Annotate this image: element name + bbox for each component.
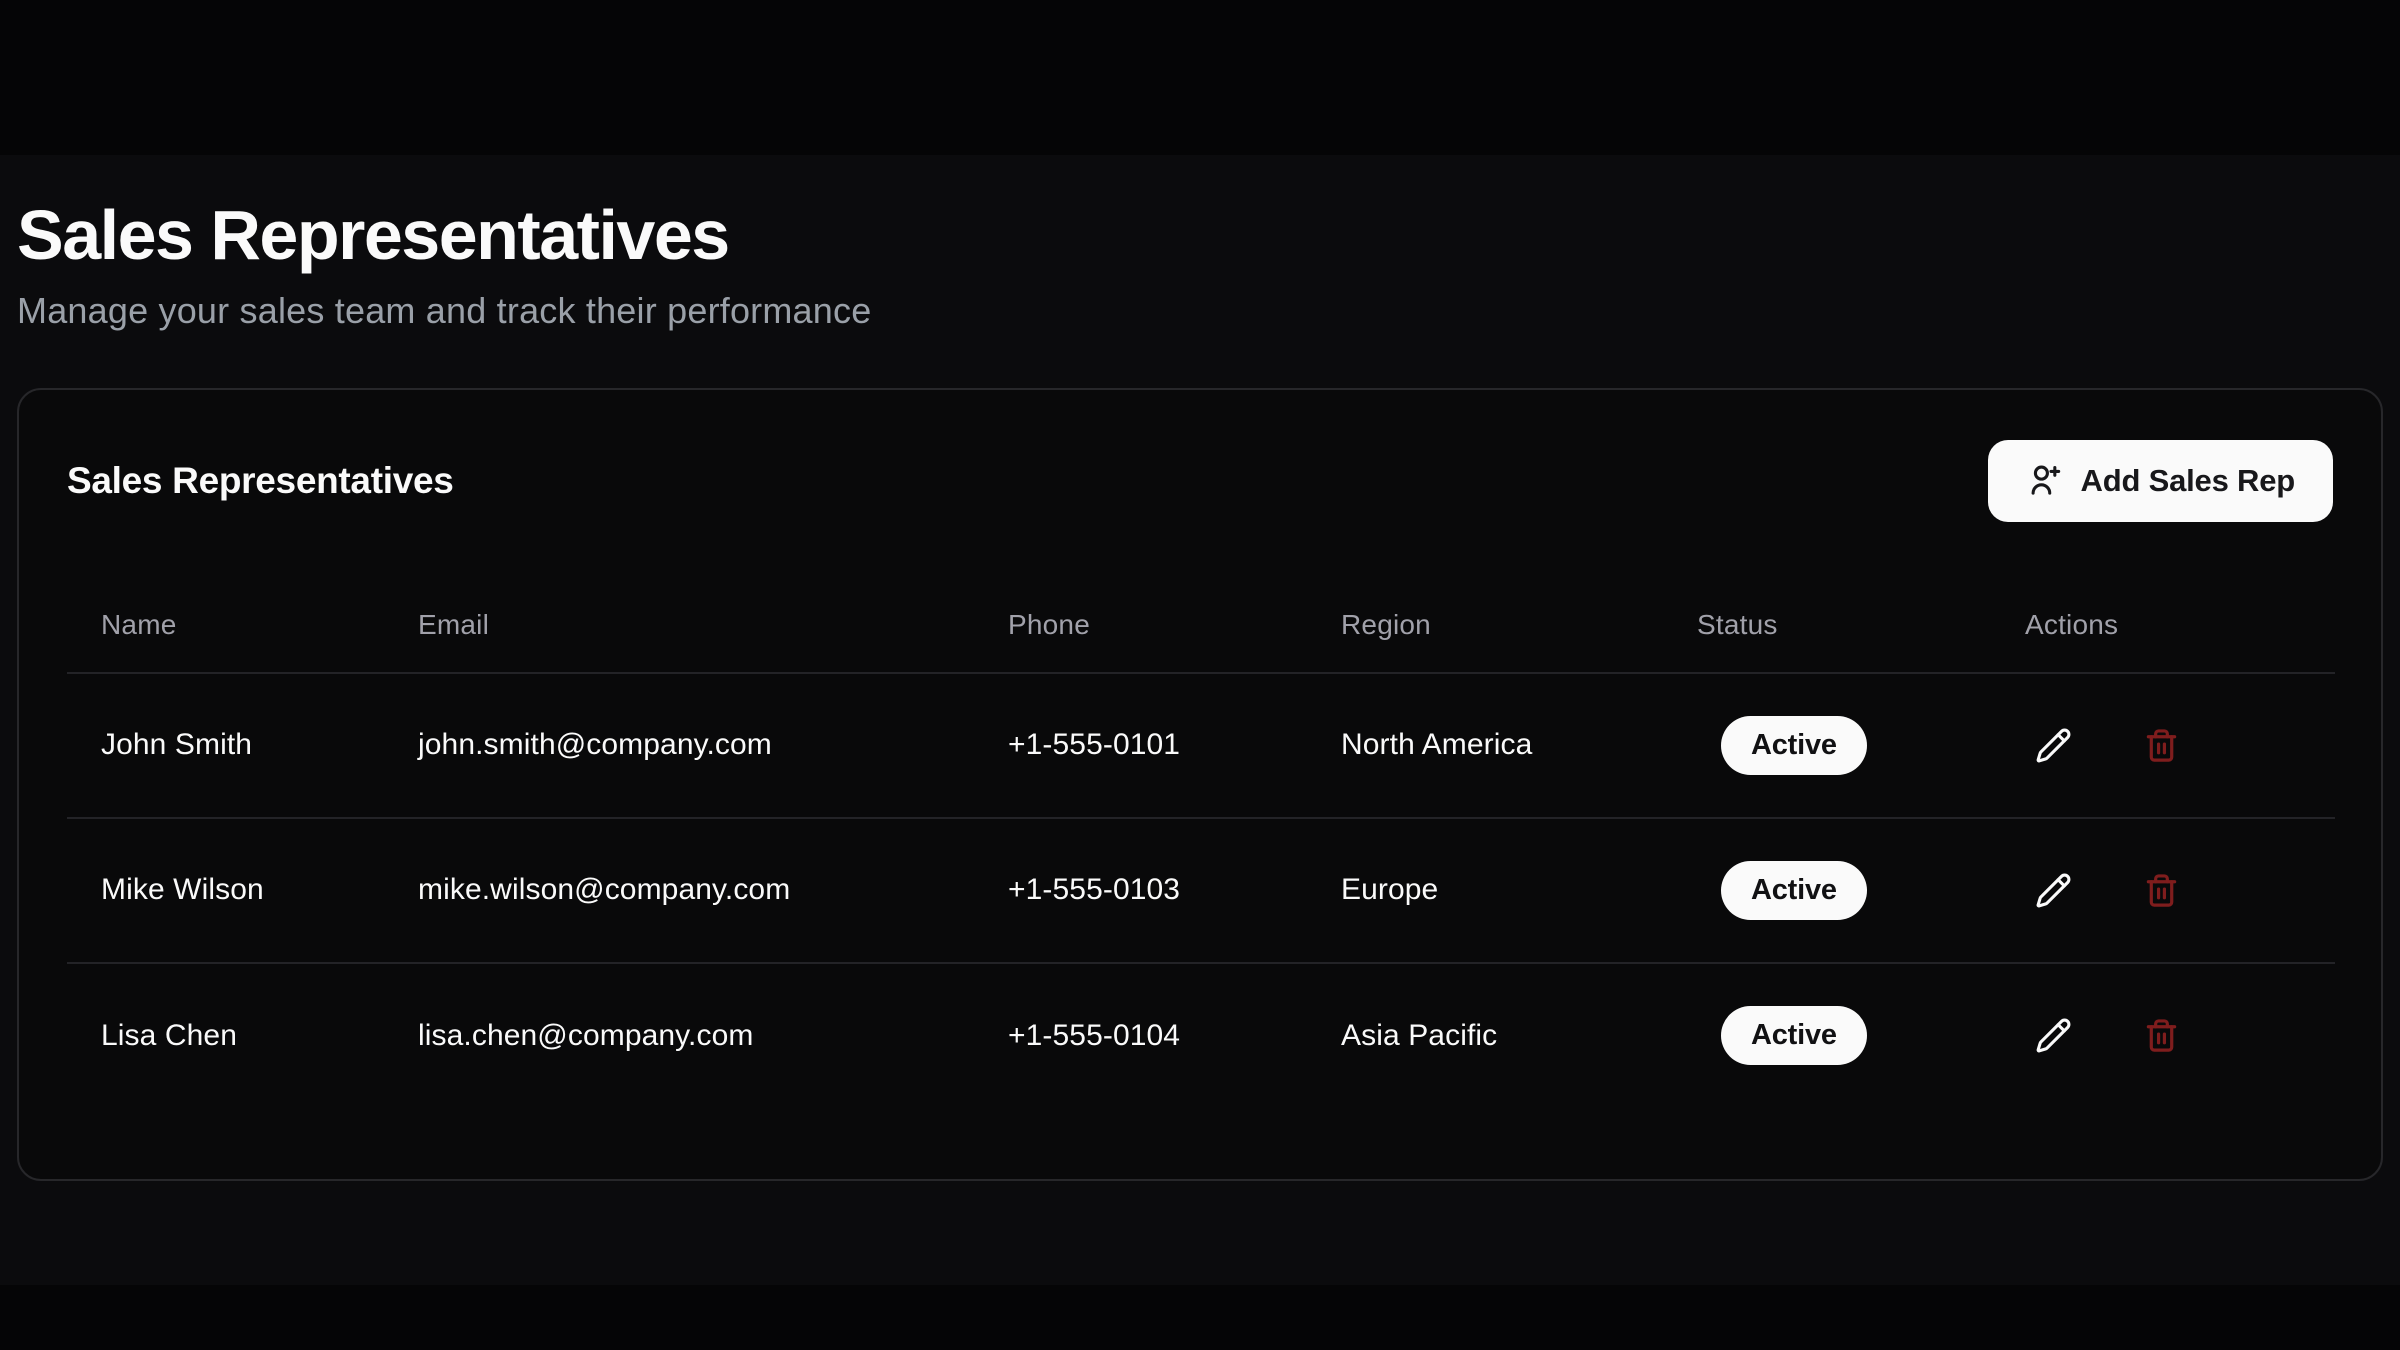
rep-email: lisa.chen@company.com xyxy=(384,963,974,1108)
edit-button[interactable] xyxy=(2025,717,2081,773)
column-header-status: Status xyxy=(1663,578,1991,673)
rep-name: Lisa Chen xyxy=(67,963,384,1108)
table-header-row: Name Email Phone Region Status Actions xyxy=(67,578,2335,673)
edit-button[interactable] xyxy=(2025,862,2081,918)
table-row: John Smith john.smith@company.com +1-555… xyxy=(67,673,2335,818)
table-row: Mike Wilson mike.wilson@company.com +1-5… xyxy=(67,818,2335,963)
card-title: Sales Representatives xyxy=(67,460,454,502)
column-header-name: Name xyxy=(67,578,384,673)
add-sales-rep-button[interactable]: Add Sales Rep xyxy=(1988,440,2333,522)
rep-name: Mike Wilson xyxy=(67,818,384,963)
page-title: Sales Representatives xyxy=(17,195,2383,276)
column-header-actions: Actions xyxy=(1991,578,2335,673)
pencil-icon xyxy=(2035,872,2072,909)
delete-button[interactable] xyxy=(2133,717,2189,773)
add-sales-rep-label: Add Sales Rep xyxy=(2081,463,2295,499)
column-header-phone: Phone xyxy=(974,578,1307,673)
page-header: Sales Representatives Manage your sales … xyxy=(0,155,2400,332)
column-header-email: Email xyxy=(384,578,974,673)
trash-icon xyxy=(2144,728,2179,763)
rep-phone: +1-555-0101 xyxy=(974,673,1307,818)
trash-icon xyxy=(2144,873,2179,908)
rep-phone: +1-555-0104 xyxy=(974,963,1307,1108)
table-row: Lisa Chen lisa.chen@company.com +1-555-0… xyxy=(67,963,2335,1108)
status-badge: Active xyxy=(1721,861,1867,920)
edit-button[interactable] xyxy=(2025,1008,2081,1064)
pencil-icon xyxy=(2035,727,2072,764)
pencil-icon xyxy=(2035,1017,2072,1054)
rep-region: Europe xyxy=(1307,818,1663,963)
delete-button[interactable] xyxy=(2133,862,2189,918)
trash-icon xyxy=(2144,1018,2179,1053)
card-header: Sales Representatives Add Sales Rep xyxy=(67,440,2333,522)
page-subtitle: Manage your sales team and track their p… xyxy=(17,290,2383,332)
rep-region: Asia Pacific xyxy=(1307,963,1663,1108)
rep-region: North America xyxy=(1307,673,1663,818)
status-badge: Active xyxy=(1721,1006,1867,1065)
user-plus-icon xyxy=(2026,462,2063,499)
delete-button[interactable] xyxy=(2133,1008,2189,1064)
sales-reps-card: Sales Representatives Add Sales Rep xyxy=(17,388,2383,1181)
sales-reps-table: Name Email Phone Region Status Actions J… xyxy=(67,578,2335,1108)
app-viewport: Sales Representatives Manage your sales … xyxy=(0,155,2400,1285)
column-header-region: Region xyxy=(1307,578,1663,673)
status-badge: Active xyxy=(1721,716,1867,775)
rep-name: John Smith xyxy=(67,673,384,818)
rep-email: john.smith@company.com xyxy=(384,673,974,818)
rep-email: mike.wilson@company.com xyxy=(384,818,974,963)
rep-phone: +1-555-0103 xyxy=(974,818,1307,963)
